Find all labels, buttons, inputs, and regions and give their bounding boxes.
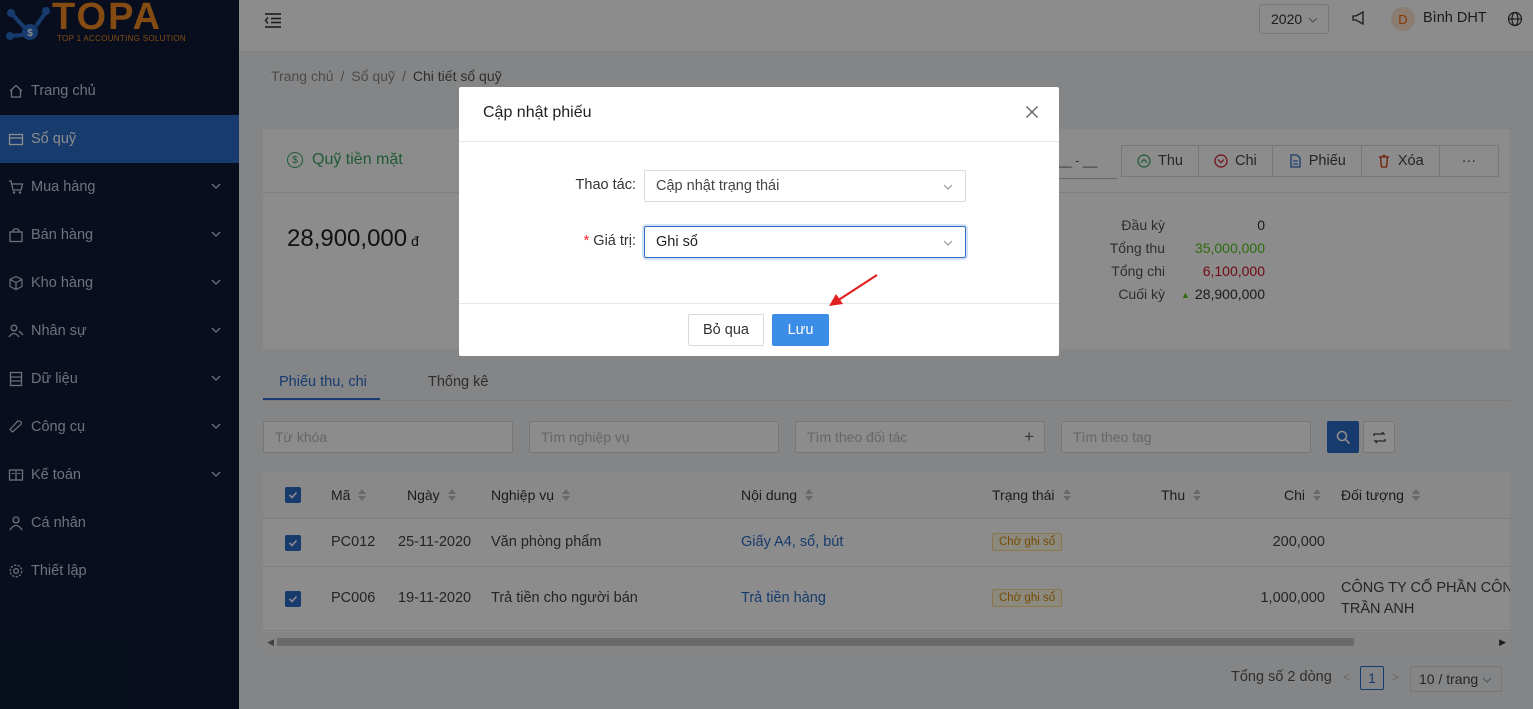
save-button[interactable]: Lưu xyxy=(772,314,829,346)
modal-footer: Bỏ qua Lưu xyxy=(459,303,1059,356)
value-select[interactable]: Ghi sổ xyxy=(644,226,966,258)
action-select-value: Cập nhật trạng thái xyxy=(656,178,780,194)
action-label-text: Thao tác xyxy=(575,177,632,193)
close-icon[interactable] xyxy=(1025,105,1039,119)
value-label-text: Giá trị xyxy=(593,233,632,249)
chevron-down-icon xyxy=(943,184,953,190)
value-label: * Giá trị: xyxy=(583,233,636,249)
action-select[interactable]: Cập nhật trạng thái xyxy=(644,170,966,202)
annotation-arrow-icon xyxy=(829,274,878,306)
value-form-row: * Giá trị: Ghi sổ xyxy=(459,226,1059,258)
chevron-down-icon xyxy=(943,240,953,246)
action-form-row: Thao tác: Cập nhật trạng thái xyxy=(459,170,1059,202)
value-select-value: Ghi sổ xyxy=(656,234,698,250)
modal-title: Cập nhật phiếu xyxy=(483,104,592,121)
update-voucher-modal: Cập nhật phiếu Thao tác: Cập nhật trạng … xyxy=(459,87,1059,356)
cancel-button[interactable]: Bỏ qua xyxy=(688,314,764,346)
modal-header: Cập nhật phiếu xyxy=(459,87,1059,142)
required-mark: * xyxy=(583,233,590,249)
action-label: Thao tác: xyxy=(575,177,636,193)
